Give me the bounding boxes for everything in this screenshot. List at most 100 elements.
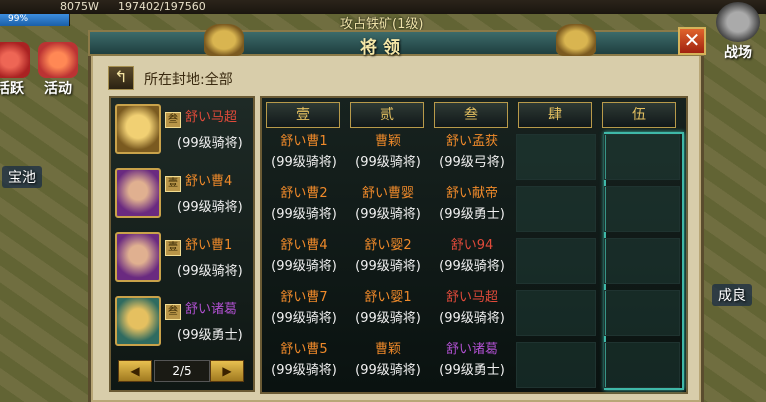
formation-cell[interactable]: 舒い曹1 (99级骑将) [264, 132, 344, 182]
page-indicator: 2/5 [154, 360, 210, 382]
formation-general-name: 舒い婴1 [364, 290, 412, 305]
hp-bar-fill: 99% [0, 14, 70, 26]
formation-general-name: 舒い曹婴 [361, 186, 414, 201]
formation-general-name: 舒い曹5 [280, 342, 328, 357]
formation-cell[interactable]: 曹颖 (99级骑将) [348, 132, 428, 182]
formation-general-name: 曹颖 [374, 342, 401, 357]
title-ornament-right-icon [556, 24, 596, 56]
formation-cell[interactable]: 舒い曹7 (99级骑将) [264, 288, 344, 338]
formation-cell[interactable]: 舒い诸葛 (99级勇士) [432, 340, 512, 390]
empty-formation-slot[interactable] [604, 238, 680, 284]
formation-general-rank: (99级勇士) [439, 207, 505, 222]
formation-general-name: 舒い诸葛 [445, 342, 498, 357]
empty-formation-slot[interactable] [604, 290, 680, 336]
formation-general-rank: (99级骑将) [355, 207, 421, 222]
column-header-2[interactable]: 贰 [350, 102, 424, 128]
formation-cell[interactable]: 舒い曹2 (99级骑将) [264, 184, 344, 234]
general-portrait [115, 104, 161, 154]
empty-formation-slot[interactable] [604, 186, 680, 232]
formation-general-rank: (99级弓将) [439, 155, 505, 170]
formation-general-name: 曹颖 [374, 134, 401, 149]
formation-general-rank: (99级勇士) [439, 363, 505, 378]
empty-formation-slot[interactable] [516, 134, 596, 180]
general-name: 舒い曹4 [185, 174, 233, 189]
column-header-1[interactable]: 壹 [266, 102, 340, 128]
formation-general-name: 舒い献帝 [445, 186, 498, 201]
formation-cell[interactable]: 舒い曹5 (99级骑将) [264, 340, 344, 390]
formation-cell[interactable]: 舒い婴1 (99级骑将) [348, 288, 428, 338]
formation-general-rank: (99级骑将) [271, 363, 337, 378]
formation-general-rank: (99级骑将) [355, 363, 421, 378]
general-list-item[interactable]: 叁 舒い诸葛 (99级勇士) [111, 292, 255, 350]
rank-badge: 壹 [165, 176, 181, 192]
formation-cell[interactable]: 舒い婴2 (99级骑将) [348, 236, 428, 286]
formation-cell[interactable]: 舒い马超 (99级骑将) [432, 288, 512, 338]
column-header-4[interactable]: 肆 [518, 102, 592, 128]
formation-general-rank: (99级骑将) [271, 155, 337, 170]
hp-bar: 99% [0, 14, 70, 26]
formation-general-name: 舒い孟获 [445, 134, 498, 149]
formation-cell[interactable]: 舒い曹婴 (99级骑将) [348, 184, 428, 234]
formation-general-rank: (99级骑将) [439, 311, 505, 326]
general-rank: (99级骑将) [177, 264, 243, 279]
next-page-button[interactable]: ▶ [210, 360, 244, 382]
general-rank: (99级勇士) [177, 328, 243, 343]
empty-formation-slot[interactable] [516, 290, 596, 336]
formation-grid: 壹 贰 叁 肆 伍 舒い曹1 (99级骑将) 曹颖 (99级骑将) 舒い孟获 (99级弓将… [260, 96, 688, 394]
flag-icon [0, 42, 30, 78]
general-list-item[interactable]: 壹 舒い曹1 (99级骑将) [111, 228, 255, 286]
fief-filter-label: 所在封地:全部 [144, 72, 233, 88]
battlefield-button[interactable]: 战场 [712, 2, 764, 62]
formation-cell[interactable]: 舒い曹4 (99级骑将) [264, 236, 344, 286]
formation-general-rank: (99级骑将) [271, 259, 337, 274]
formation-general-name: 舒い马超 [445, 290, 498, 305]
empty-formation-slot[interactable] [516, 186, 596, 232]
event-label: 活动 [44, 81, 72, 97]
rank-badge: 叁 [165, 304, 181, 320]
top-status-bar: 8075W 197402/197560 [0, 0, 766, 14]
formation-general-rank: (99级骑将) [355, 311, 421, 326]
formation-general-rank: (99级骑将) [271, 207, 337, 222]
general-name: 舒い曹1 [185, 238, 233, 253]
general-list: 叁 舒い马超 (99级骑将) 壹 舒い曹4 (99级骑将) 壹 舒い曹1 (99… [109, 96, 255, 392]
event-button[interactable]: 活动 [36, 42, 80, 98]
rank-badge: 叁 [165, 112, 181, 128]
title-ornament-left-icon [204, 24, 244, 56]
formation-general-name: 舒い曹1 [280, 134, 328, 149]
formation-general-rank: (99级骑将) [355, 259, 421, 274]
prev-page-button[interactable]: ◀ [118, 360, 152, 382]
formation-general-rank: (99级骑将) [355, 155, 421, 170]
back-button[interactable]: ↰ [108, 66, 134, 90]
empty-formation-slot[interactable] [516, 342, 596, 388]
formation-cell[interactable]: 舒い孟获 (99级弓将) [432, 132, 512, 182]
formation-cell[interactable]: 曹颖 (99级骑将) [348, 340, 428, 390]
empty-formation-slot[interactable] [604, 134, 680, 180]
general-list-item[interactable]: 叁 舒い马超 (99级骑将) [111, 100, 255, 158]
activity-daily-button[interactable]: 活跃 [0, 42, 30, 98]
map-city-right[interactable]: 成良 [712, 284, 752, 306]
general-rank: (99级骑将) [177, 136, 243, 151]
formation-general-name: 舒い曹7 [280, 290, 328, 305]
formation-cell[interactable]: 舒い94 (99级骑将) [432, 236, 512, 286]
battlefield-label: 战场 [724, 45, 752, 61]
gold-amount: 8075W [60, 0, 99, 13]
general-rank: (99级骑将) [177, 200, 243, 215]
formation-general-name: 舒い94 [450, 238, 494, 253]
formation-general-name: 舒い婴2 [364, 238, 412, 253]
map-city-left[interactable]: 宝池 [2, 166, 42, 188]
column-header-3[interactable]: 叁 [434, 102, 508, 128]
pager: ◀ 2/5 ▶ [118, 360, 244, 384]
formation-cell[interactable]: 舒い献帝 (99级勇士) [432, 184, 512, 234]
column-header-5[interactable]: 伍 [602, 102, 676, 128]
rank-badge: 壹 [165, 240, 181, 256]
empty-formation-slot[interactable] [604, 342, 680, 388]
general-list-item[interactable]: 壹 舒い曹4 (99级骑将) [111, 164, 255, 222]
general-name: 舒い马超 [185, 110, 238, 125]
formation-general-name: 舒い曹2 [280, 186, 328, 201]
general-portrait [115, 232, 161, 282]
activity-daily-label: 活跃 [0, 81, 24, 97]
troop-count: 197402/197560 [118, 0, 206, 13]
close-button[interactable]: ✕ [678, 27, 706, 55]
helmet-icon [716, 2, 760, 42]
empty-formation-slot[interactable] [516, 238, 596, 284]
